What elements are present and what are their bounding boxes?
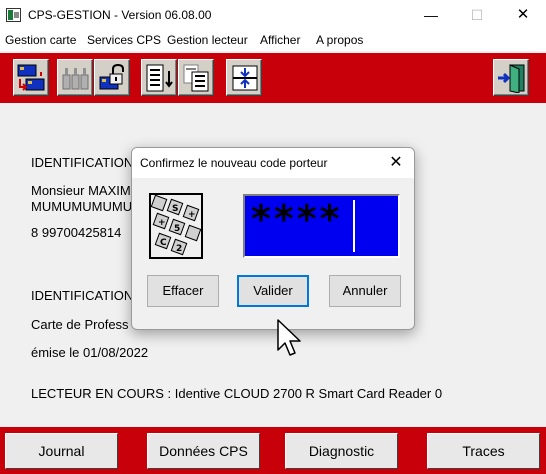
documents-compare-icon: [183, 64, 209, 92]
svg-text:+: +: [158, 218, 166, 228]
cancel-button[interactable]: Annuler: [329, 275, 401, 307]
svg-text:+: +: [188, 210, 196, 220]
holder-id-number: 8 99700425814: [31, 225, 122, 240]
card-transfer-button[interactable]: [13, 59, 49, 96]
dialog-close-button[interactable]: ✕: [384, 152, 408, 174]
current-reader: LECTEUR EN COURS : Identive CLOUD 2700 R…: [31, 386, 443, 401]
svg-text:2: 2: [176, 244, 182, 254]
card-unlock-button[interactable]: [94, 59, 130, 96]
traces-button[interactable]: Traces: [427, 433, 540, 469]
card-readers-button[interactable]: [57, 59, 93, 96]
card-transfer-icon: [17, 64, 45, 91]
dialog-title-bar: Confirmez le nouveau code porteur ✕: [132, 148, 414, 178]
app-icon: [6, 8, 21, 22]
bottom-bar: Journal Données CPS Diagnostic Traces: [0, 427, 546, 474]
keypad-icon: S + + 5 C 2: [149, 193, 203, 259]
card-issue-date: émise le 01/08/2022: [31, 345, 149, 360]
window-title: CPS-GESTION - Version 06.08.00: [28, 8, 212, 22]
maximize-button[interactable]: ☐: [454, 0, 500, 30]
confirm-pin-dialog: Confirmez le nouveau code porteur ✕ S + …: [131, 147, 415, 330]
clear-button[interactable]: Effacer: [147, 275, 219, 307]
menu-a-propos[interactable]: A propos: [316, 33, 363, 47]
close-button[interactable]: ✕: [500, 0, 546, 30]
card-type: Carte de Profess: [31, 317, 129, 332]
document-list-icon: [146, 64, 173, 92]
cps-data-button[interactable]: Données CPS: [147, 433, 260, 469]
split-arrows-button[interactable]: [226, 59, 262, 96]
svg-text:S: S: [172, 204, 178, 214]
holder-name-line-2: MUMUMUMUMU: [31, 199, 133, 214]
svg-text:C: C: [160, 238, 167, 248]
svg-text:5: 5: [174, 224, 180, 234]
documents-compare-button[interactable]: [178, 59, 214, 96]
menu-afficher[interactable]: Afficher: [260, 33, 300, 47]
document-list-button[interactable]: [141, 59, 177, 96]
exit-door-icon: [498, 64, 525, 93]
pin-input[interactable]: ****: [243, 194, 400, 258]
toolbar: [0, 53, 546, 103]
minimize-button[interactable]: —: [408, 0, 454, 30]
journal-button[interactable]: Journal: [5, 433, 118, 469]
dialog-title: Confirmez le nouveau code porteur: [140, 156, 328, 170]
pin-masked-value: ****: [251, 197, 343, 241]
validate-button[interactable]: Valider: [237, 275, 309, 307]
title-bar: CPS-GESTION - Version 06.08.00 — ☐ ✕: [0, 0, 546, 30]
holder-name-line-1: Monsieur MAXIM: [31, 183, 131, 198]
menu-bar: Gestion carte Services CPS Gestion lecte…: [0, 30, 546, 51]
card-unlock-icon: [99, 63, 124, 90]
menu-services-cps[interactable]: Services CPS: [87, 33, 161, 47]
identification-heading-2: IDENTIFICATION: [31, 288, 134, 303]
card-readers-icon: [62, 68, 89, 90]
menu-gestion-carte[interactable]: Gestion carte: [5, 33, 76, 47]
diagnostic-button[interactable]: Diagnostic: [285, 433, 398, 469]
menu-gestion-lecteur[interactable]: Gestion lecteur: [167, 33, 248, 47]
identification-heading-1: IDENTIFICATION: [31, 155, 134, 170]
mouse-pointer-icon: [277, 319, 301, 356]
split-arrows-icon: [232, 65, 258, 91]
exit-button[interactable]: [493, 59, 529, 96]
pin-caret: [353, 200, 355, 252]
